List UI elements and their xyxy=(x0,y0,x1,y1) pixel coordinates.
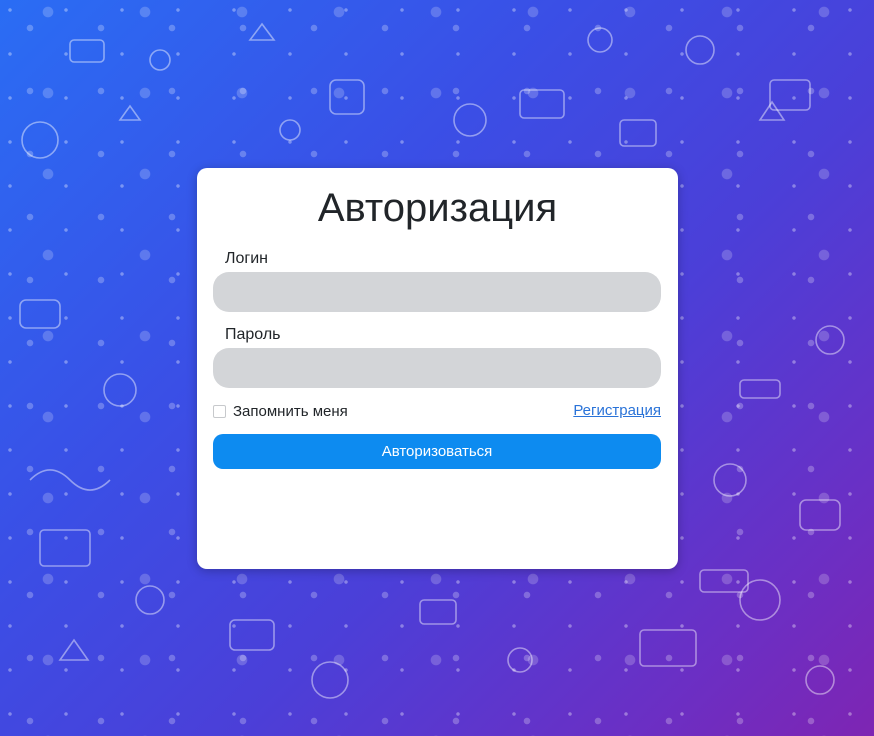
remember-me-checkbox[interactable] xyxy=(213,405,226,418)
remember-me-row[interactable]: Запомнить меня xyxy=(213,403,348,420)
register-link[interactable]: Регистрация xyxy=(573,402,661,419)
page-title: Авторизация xyxy=(317,186,558,230)
login-card: Авторизация Логин Пароль Запомнить меня … xyxy=(197,168,678,569)
login-label: Логин xyxy=(225,250,269,267)
password-input[interactable] xyxy=(213,348,661,388)
password-label: Пароль xyxy=(225,326,281,343)
login-input[interactable] xyxy=(213,272,661,312)
login-submit-button[interactable]: Авторизоваться xyxy=(213,434,661,469)
remember-me-label[interactable]: Запомнить меня xyxy=(233,403,348,420)
